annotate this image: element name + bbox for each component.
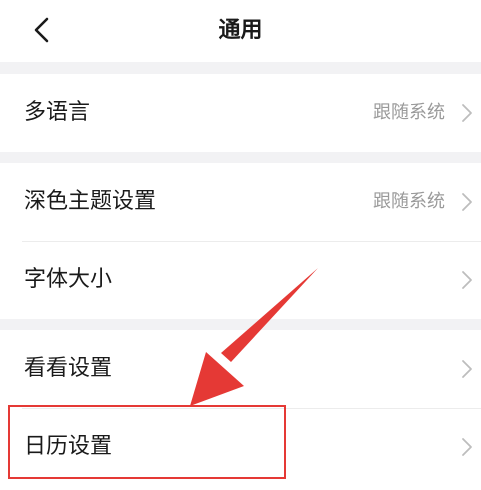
annotation-arrow-icon bbox=[190, 268, 318, 406]
